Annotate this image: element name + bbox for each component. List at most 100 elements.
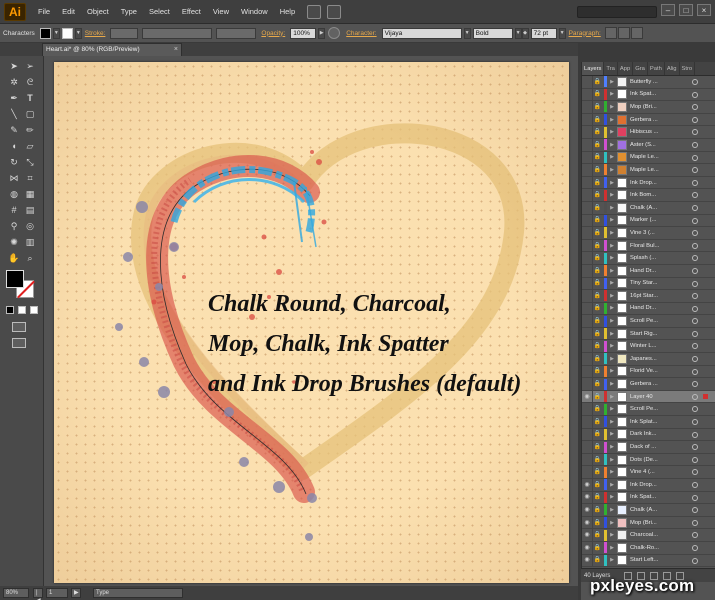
- layer-name[interactable]: Gerbera ...: [630, 117, 680, 123]
- maximize-icon[interactable]: □: [679, 4, 693, 16]
- direct-selection-tool-icon[interactable]: ➢: [24, 60, 36, 72]
- expand-arrow-icon[interactable]: ▶: [607, 406, 617, 412]
- target-circle-icon[interactable]: [692, 456, 698, 463]
- layer-name[interactable]: Layer 40: [630, 394, 680, 400]
- lock-toggle-icon[interactable]: 🔒: [592, 126, 602, 139]
- layer-name[interactable]: Chalk (A...: [630, 507, 680, 513]
- target-circle-icon[interactable]: [692, 204, 698, 211]
- expand-arrow-icon[interactable]: ▶: [607, 293, 617, 299]
- layer-row[interactable]: 🔒 ▶ Hand Dr...: [582, 302, 715, 316]
- none-mode-icon[interactable]: [30, 306, 38, 314]
- layer-name[interactable]: Vine 4 (...: [630, 469, 680, 475]
- menu-help[interactable]: Help: [274, 7, 301, 16]
- expand-arrow-icon[interactable]: ▶: [607, 431, 617, 437]
- tab-align[interactable]: Alig: [665, 62, 680, 75]
- expand-arrow-icon[interactable]: ▶: [607, 268, 617, 274]
- expand-arrow-icon[interactable]: ▶: [607, 331, 617, 337]
- layer-row[interactable]: ◉ 🔒 ▶ Layer 40: [582, 390, 715, 404]
- target-circle-icon[interactable]: [692, 116, 698, 123]
- pencil-tool-icon[interactable]: ✏: [24, 124, 36, 136]
- target-circle-icon[interactable]: [692, 419, 698, 426]
- free-transform-tool-icon[interactable]: ⌗: [24, 172, 36, 184]
- layer-name[interactable]: Start Left...: [630, 557, 680, 563]
- font-family-field[interactable]: Vijaya: [381, 27, 462, 39]
- visibility-eye-icon[interactable]: [582, 290, 592, 302]
- fill-swatch[interactable]: [6, 270, 24, 288]
- target-circle-icon[interactable]: [692, 368, 698, 375]
- expand-arrow-icon[interactable]: ▶: [607, 494, 617, 500]
- lock-toggle-icon[interactable]: 🔒: [592, 151, 602, 164]
- layer-row[interactable]: ◉ 🔒 ▶ Charcoal...: [582, 529, 715, 542]
- visibility-eye-icon[interactable]: ◉: [582, 542, 592, 554]
- visibility-eye-icon[interactable]: [582, 151, 592, 163]
- visibility-eye-icon[interactable]: [582, 252, 592, 264]
- expand-arrow-icon[interactable]: ▶: [607, 368, 617, 374]
- blob-brush-tool-icon[interactable]: ◖: [8, 140, 20, 152]
- layer-row[interactable]: 🔒 ▶ Ink Spat...: [582, 88, 715, 102]
- layer-name[interactable]: Hand Dr...: [630, 305, 680, 311]
- target-circle-icon[interactable]: [692, 444, 698, 451]
- recolor-artwork-icon[interactable]: [328, 27, 341, 39]
- target-circle-icon[interactable]: [692, 356, 698, 363]
- visibility-eye-icon[interactable]: [582, 214, 592, 226]
- align-left-icon[interactable]: [604, 27, 617, 39]
- layer-name[interactable]: Ink Spat...: [630, 91, 680, 97]
- menu-effect[interactable]: Effect: [176, 7, 207, 16]
- layer-row[interactable]: 🔒 ▶ Scroll Pe...: [582, 403, 715, 417]
- lock-toggle-icon[interactable]: 🔒: [592, 239, 602, 252]
- target-circle-icon[interactable]: [692, 192, 698, 199]
- layer-row[interactable]: 🔒 ▶ 16pt Star...: [582, 289, 715, 303]
- layer-name[interactable]: Hibiscus ...: [630, 129, 680, 135]
- expand-arrow-icon[interactable]: ▶: [607, 230, 617, 236]
- minimize-icon[interactable]: –: [661, 4, 675, 16]
- layer-name[interactable]: Aster (S...: [630, 142, 680, 148]
- layer-name[interactable]: Scroll Pe...: [630, 318, 680, 324]
- layer-row[interactable]: 🔒 ▶ Start Rig...: [582, 327, 715, 341]
- visibility-eye-icon[interactable]: ◉: [582, 517, 592, 529]
- layer-name[interactable]: Splash (...: [630, 255, 680, 261]
- eyedropper-tool-icon[interactable]: ⚲: [8, 220, 20, 232]
- target-circle-icon[interactable]: [692, 79, 698, 85]
- layer-name[interactable]: Dots (De...: [630, 457, 680, 463]
- layer-row[interactable]: 🔒 ▶ Ink Splat...: [582, 415, 715, 429]
- mesh-tool-icon[interactable]: #: [8, 204, 20, 216]
- lock-toggle-icon[interactable]: 🔒: [592, 378, 602, 391]
- menu-window[interactable]: Window: [235, 7, 274, 16]
- perspective-grid-tool-icon[interactable]: ▦: [24, 188, 36, 200]
- expand-arrow-icon[interactable]: ▶: [607, 545, 617, 551]
- expand-arrow-icon[interactable]: ▶: [607, 167, 617, 173]
- visibility-eye-icon[interactable]: [582, 265, 592, 277]
- line-tool-icon[interactable]: ╲: [8, 108, 20, 120]
- expand-arrow-icon[interactable]: ▶: [607, 192, 617, 198]
- target-circle-icon[interactable]: [692, 469, 698, 476]
- layer-row[interactable]: 🔒 ▶ Hand Dr...: [582, 264, 715, 278]
- font-size-field[interactable]: 72 pt: [530, 27, 557, 39]
- layer-row[interactable]: 🔒 ▶ Florid Ve...: [582, 365, 715, 379]
- zoom-tool-icon[interactable]: ⌕: [24, 252, 36, 264]
- visibility-eye-icon[interactable]: [582, 353, 592, 365]
- visibility-eye-icon[interactable]: ◉: [582, 504, 592, 516]
- expand-arrow-icon[interactable]: ▶: [607, 469, 617, 475]
- layer-name[interactable]: Hand Dr...: [630, 268, 680, 274]
- visibility-eye-icon[interactable]: [582, 428, 592, 440]
- target-circle-icon[interactable]: [692, 179, 698, 186]
- visibility-eye-icon[interactable]: ◉: [582, 554, 592, 566]
- visibility-eye-icon[interactable]: ◉: [582, 529, 592, 541]
- layer-row[interactable]: 🔒 ▶ Vine 4 (...: [582, 466, 715, 479]
- close-tab-icon[interactable]: ×: [174, 44, 178, 56]
- visibility-eye-icon[interactable]: [582, 403, 592, 415]
- color-mode-icon[interactable]: [6, 306, 14, 314]
- opacity-link[interactable]: Opacity:: [258, 30, 288, 37]
- menu-file[interactable]: File: [32, 7, 56, 16]
- target-circle-icon[interactable]: [692, 129, 698, 136]
- expand-arrow-icon[interactable]: ▶: [607, 318, 617, 324]
- layer-row[interactable]: 🔒 ▶ Gerbera ...: [582, 378, 715, 391]
- layer-row[interactable]: 🔒 ▶ Mop (Bri...: [582, 100, 715, 114]
- layer-name[interactable]: Ink Drop...: [630, 482, 680, 488]
- lock-toggle-icon[interactable]: 🔒: [592, 453, 602, 466]
- expand-arrow-icon[interactable]: ▶: [607, 305, 617, 311]
- visibility-eye-icon[interactable]: ◉: [582, 479, 592, 491]
- pen-tool-icon[interactable]: ✒: [8, 92, 20, 104]
- expand-arrow-icon[interactable]: ▶: [607, 129, 617, 135]
- menu-select[interactable]: Select: [143, 7, 176, 16]
